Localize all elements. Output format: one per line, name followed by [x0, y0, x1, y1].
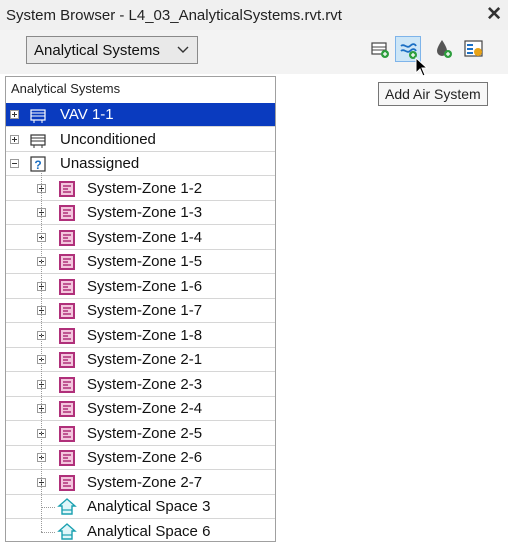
tree-item-label: Unassigned [60, 155, 140, 172]
tree-node[interactable]: Unconditioned [6, 128, 275, 152]
tree-header: Analytical Systems [11, 81, 121, 96]
tree-item-zone[interactable]: System-Zone 2-4 [6, 397, 275, 421]
air-system-icon [28, 130, 48, 150]
chevron-down-icon [177, 46, 189, 53]
tree-item-zone[interactable]: System-Zone 2-3 [6, 373, 275, 397]
tree-item-zone[interactable]: System-Zone 1-3 [6, 201, 275, 225]
zone-icon [57, 424, 77, 444]
zone-icon [57, 326, 77, 346]
tree-item-zone[interactable]: System-Zone 1-8 [6, 324, 275, 348]
unassigned-icon: ? [28, 154, 48, 174]
system-properties-icon [464, 40, 483, 57]
tree-item-zone[interactable]: System-Zone 1-2 [6, 177, 275, 201]
tree-item-label: Analytical Space 6 [87, 522, 211, 540]
tree-item-zone[interactable]: System-Zone 1-5 [6, 250, 275, 274]
zone-icon [57, 228, 77, 248]
tree-item-label: System-Zone 2-7 [87, 473, 203, 491]
zone-icon [57, 179, 77, 199]
window-title: System Browser - L4_03_AnalyticalSystems… [6, 7, 342, 24]
zone-icon [57, 448, 77, 468]
create-system-button[interactable] [367, 36, 393, 62]
tree-item-zone[interactable]: System-Zone 1-7 [6, 299, 275, 323]
tooltip: Add Air System [378, 82, 488, 106]
tree-item-label: Unconditioned [60, 130, 156, 148]
tree-item-zone[interactable]: System-Zone 2-6 [6, 446, 275, 470]
zone-icon [57, 203, 77, 223]
zone-icon [57, 252, 77, 272]
tree-item-label: System-Zone 1-7 [87, 302, 203, 319]
tree-item-zone[interactable]: System-Zone 2-7 [6, 471, 275, 495]
space-icon [57, 522, 77, 542]
create-system-icon [371, 42, 389, 58]
tree-item-label: System-Zone 2-3 [87, 375, 203, 393]
space-icon [57, 497, 77, 517]
zone-icon [57, 277, 77, 297]
tree-item-label: System-Zone 2-5 [87, 424, 203, 442]
tree-item-label: Analytical Space 3 [87, 498, 211, 515]
tree-item-zone[interactable]: System-Zone 2-5 [6, 422, 275, 446]
zone-icon [57, 301, 77, 321]
tree-node[interactable]: VAV 1-1 [6, 103, 275, 127]
view-dropdown[interactable]: Analytical Systems [26, 36, 198, 64]
tree-item-zone[interactable]: System-Zone 1-4 [6, 226, 275, 250]
tree-item-zone[interactable]: System-Zone 1-6 [6, 275, 275, 299]
add-water-system-icon [437, 40, 452, 58]
tree-item-label: System-Zone 1-4 [87, 228, 203, 246]
tree-item-label: VAV 1-1 [60, 106, 114, 123]
tree-item-zone[interactable]: System-Zone 2-1 [6, 348, 275, 372]
system-properties-button[interactable] [461, 36, 487, 62]
tree-item-label: System-Zone 2-1 [87, 351, 203, 368]
close-icon[interactable]: ✕ [486, 3, 502, 26]
mouse-cursor-icon [415, 57, 429, 77]
tree-item-label: System-Zone 1-3 [87, 204, 203, 221]
tree-connector-line [41, 531, 55, 533]
tree-connector-line [41, 172, 42, 532]
collapse-icon[interactable] [10, 159, 19, 168]
tree-item-label: System-Zone 1-8 [87, 326, 203, 344]
expand-icon[interactable] [10, 110, 19, 119]
title-bar: System Browser - L4_03_AnalyticalSystems… [0, 0, 508, 31]
expand-icon[interactable] [10, 134, 19, 144]
tree-item-label: System-Zone 1-5 [87, 253, 203, 270]
add-water-system-button[interactable] [431, 36, 457, 62]
tree-item-label: System-Zone 1-2 [87, 179, 203, 197]
tree-connector-line [41, 507, 55, 509]
zone-icon [57, 473, 77, 493]
view-dropdown-value: Analytical Systems [34, 42, 160, 59]
tree-item-space[interactable]: Analytical Space 6 [6, 520, 275, 542]
zone-icon [57, 399, 77, 419]
zone-icon [57, 350, 77, 370]
tree-item-label: System-Zone 2-6 [87, 449, 203, 466]
system-tree: Analytical Systems VAV 1-1 Unconditioned… [5, 76, 276, 542]
tree-node[interactable]: ? Unassigned [6, 152, 275, 176]
svg-text:?: ? [34, 158, 41, 172]
zone-icon [57, 375, 77, 395]
tree-item-label: System-Zone 2-4 [87, 400, 203, 417]
air-system-icon [28, 105, 48, 125]
tree-item-label: System-Zone 1-6 [87, 277, 203, 295]
